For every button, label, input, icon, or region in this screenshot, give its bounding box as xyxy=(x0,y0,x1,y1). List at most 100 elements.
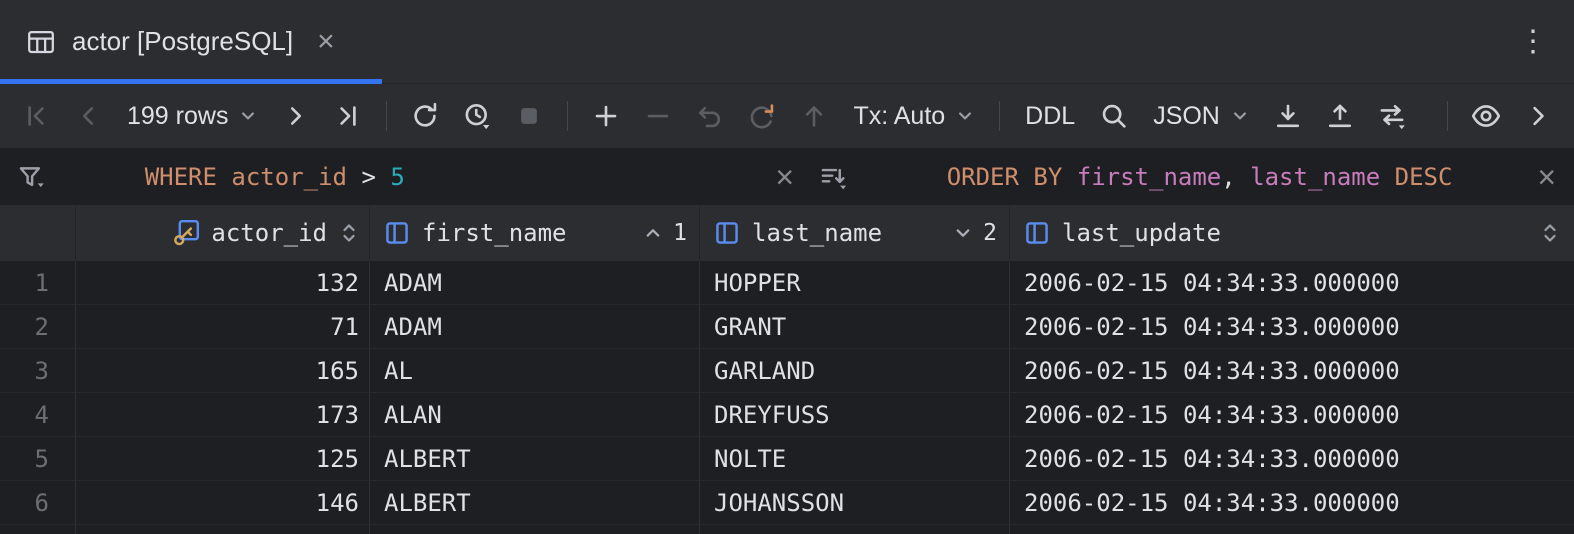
cell-last-update[interactable]: 2006-02-15 04:34:33.000000 xyxy=(1010,261,1574,304)
refresh-button[interactable] xyxy=(403,94,447,138)
cell-last-name[interactable]: HOPPER xyxy=(700,261,1010,304)
undo-icon xyxy=(695,101,725,131)
stop-button[interactable] xyxy=(507,94,551,138)
cell-last-update[interactable]: 2006-02-15 04:34:33.000000 xyxy=(1010,481,1574,524)
cell-last-name[interactable]: NOLTE xyxy=(700,437,1010,480)
cell-last-name[interactable]: JOHANSSON xyxy=(700,481,1010,524)
cell-first-name[interactable]: ADAM xyxy=(370,261,700,304)
tx-mode-dropdown[interactable]: Tx: Auto xyxy=(844,94,983,138)
cell-actor-id[interactable]: 146 xyxy=(76,481,370,524)
cell-actor-id[interactable]: 165 xyxy=(76,349,370,392)
clear-order-button[interactable]: × xyxy=(1537,161,1556,193)
cell-actor-id[interactable]: 173 xyxy=(76,393,370,436)
column-name: actor_id xyxy=(211,219,327,247)
export-data-button[interactable] xyxy=(1266,94,1310,138)
column-icon xyxy=(382,218,412,248)
row-number[interactable]: 6 xyxy=(0,481,76,524)
revert-changes-button[interactable] xyxy=(740,94,784,138)
row-number[interactable]: 5 xyxy=(0,437,76,480)
chevron-down-icon xyxy=(953,104,977,128)
row-number[interactable]: 2 xyxy=(0,305,76,348)
filter-funnel-icon[interactable] xyxy=(16,162,46,192)
column-name: last_update xyxy=(1062,219,1221,247)
filter-bar: WHERE actor_id > 5 × ORDER BY first_name… xyxy=(0,148,1574,205)
row-number[interactable]: 4 xyxy=(0,393,76,436)
first-page-button[interactable] xyxy=(14,94,58,138)
cell-first-name[interactable]: ALAN xyxy=(370,393,700,436)
row-number-header[interactable] xyxy=(0,205,76,261)
import-data-button[interactable] xyxy=(1318,94,1362,138)
chevron-right-icon xyxy=(1523,101,1553,131)
order-token: first_name xyxy=(1077,163,1222,191)
cell-actor-id[interactable]: 132 xyxy=(76,261,370,304)
toolbar-separator xyxy=(567,101,568,131)
cell-last-update[interactable]: 2006-02-15 04:34:33.000000 xyxy=(1010,349,1574,392)
column-name: first_name xyxy=(422,219,567,247)
active-tab-indicator xyxy=(0,79,382,84)
cell-last-update[interactable]: 2006-02-15 04:34:33.000000 xyxy=(1010,305,1574,348)
sort-desc-icon xyxy=(951,221,975,245)
delete-row-button[interactable] xyxy=(636,94,680,138)
more-options-button[interactable]: ⋮ xyxy=(1518,27,1548,57)
cell-first-name xyxy=(370,525,700,534)
next-page-button[interactable] xyxy=(274,94,318,138)
cell-last-update[interactable]: 2006-02-15 04:34:33.000000 xyxy=(1010,393,1574,436)
cell-last-update xyxy=(1010,525,1574,534)
refresh-icon xyxy=(410,101,440,131)
previous-page-button[interactable] xyxy=(66,94,110,138)
history-button[interactable] xyxy=(455,94,499,138)
table-row: 1 132 ADAM HOPPER 2006-02-15 04:34:33.00… xyxy=(0,261,1574,305)
sort-lines-icon[interactable] xyxy=(818,162,848,192)
compare-data-button[interactable] xyxy=(1370,94,1414,138)
order-token: DESC xyxy=(1395,163,1453,191)
cell-actor-id[interactable]: 71 xyxy=(76,305,370,348)
cell-first-name[interactable]: ALBERT xyxy=(370,437,700,480)
cell-last-name[interactable]: GRANT xyxy=(700,305,1010,348)
order-token: last_name xyxy=(1250,163,1395,191)
cell-last-name[interactable]: GARLAND xyxy=(700,349,1010,392)
column-header-last-name[interactable]: last_name 2 xyxy=(700,205,1010,261)
cell-first-name[interactable]: ALBERT xyxy=(370,481,700,524)
table-row: 3 165 AL GARLAND 2006-02-15 04:34:33.000… xyxy=(0,349,1574,393)
plus-icon xyxy=(591,101,621,131)
row-number xyxy=(0,525,76,534)
sort-both-icon xyxy=(337,221,361,245)
column-header-actor-id[interactable]: actor_id xyxy=(76,205,370,261)
add-row-button[interactable] xyxy=(584,94,628,138)
cell-actor-id xyxy=(76,525,370,534)
cell-actor-id[interactable]: 125 xyxy=(76,437,370,480)
submit-button[interactable] xyxy=(792,94,836,138)
clear-where-button[interactable]: × xyxy=(775,161,794,193)
chevron-right-icon xyxy=(281,101,311,131)
table-row: 4 173 ALAN DREYFUSS 2006-02-15 04:34:33.… xyxy=(0,393,1574,437)
view-options-button[interactable] xyxy=(1464,94,1508,138)
format-dropdown[interactable]: JSON xyxy=(1144,94,1258,138)
search-button[interactable] xyxy=(1092,94,1136,138)
tab-actor[interactable]: actor [PostgreSQL] × xyxy=(0,0,382,83)
cell-first-name[interactable]: ADAM xyxy=(370,305,700,348)
tab-close-button[interactable]: × xyxy=(317,27,335,57)
column-header-last-update[interactable]: last_update xyxy=(1010,205,1574,261)
cell-last-name[interactable]: DREYFUSS xyxy=(700,393,1010,436)
download-icon xyxy=(1273,101,1303,131)
table-row: 2 71 ADAM GRANT 2006-02-15 04:34:33.0000… xyxy=(0,305,1574,349)
ddl-button[interactable]: DDL xyxy=(1016,94,1084,138)
undo-button[interactable] xyxy=(688,94,732,138)
sort-indicator: 2 xyxy=(951,220,997,246)
row-number[interactable]: 3 xyxy=(0,349,76,392)
column-header-first-name[interactable]: first_name 1 xyxy=(370,205,700,261)
where-token: WHERE xyxy=(145,163,232,191)
row-number[interactable]: 1 xyxy=(0,261,76,304)
page-size-dropdown[interactable]: 199 rows xyxy=(118,94,266,138)
chevron-left-icon xyxy=(73,101,103,131)
cell-first-name[interactable]: AL xyxy=(370,349,700,392)
expand-toolbar-button[interactable] xyxy=(1516,94,1560,138)
order-token: , xyxy=(1221,163,1250,191)
last-page-button[interactable] xyxy=(326,94,370,138)
toolbar-separator xyxy=(386,101,387,131)
page-size-label: 199 rows xyxy=(124,102,231,131)
cell-last-update[interactable]: 2006-02-15 04:34:33.000000 xyxy=(1010,437,1574,480)
first-page-icon xyxy=(21,101,51,131)
toolbar-separator xyxy=(999,101,1000,131)
sort-indicator xyxy=(1538,221,1562,245)
